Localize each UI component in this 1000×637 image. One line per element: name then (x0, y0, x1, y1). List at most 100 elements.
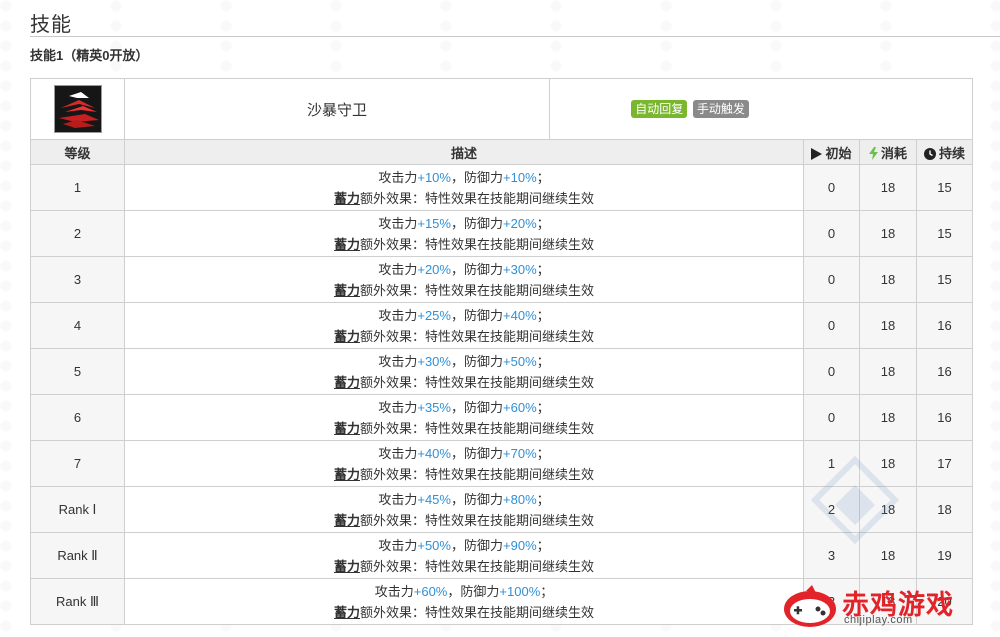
charge-keyword-link[interactable]: 蓄力 (334, 605, 360, 620)
atk-label: 攻击力 (378, 399, 418, 415)
atk-value: +40% (417, 445, 451, 461)
atk-label: 攻击力 (378, 307, 418, 323)
description-line-2: 蓄力额外效果：特性效果在技能期间继续生效 (125, 602, 803, 623)
description-line-1: 攻击力+35%，防御力+60%； (125, 397, 803, 418)
def-label: 防御力 (464, 353, 504, 369)
def-value: +100% (499, 583, 541, 599)
atk-value: +35% (417, 399, 451, 415)
atk-label: 攻击力 (378, 445, 418, 461)
charge-effect-text: 额外效果：特性效果在技能期间继续生效 (360, 420, 595, 436)
charge-keyword-link[interactable]: 蓄力 (334, 283, 360, 298)
atk-value: +30% (417, 353, 451, 369)
duration-cell: 15 (915, 164, 974, 211)
charge-keyword-link[interactable]: 蓄力 (334, 513, 360, 528)
def-label: 防御力 (464, 169, 504, 185)
cost-cell: 18 (859, 578, 917, 625)
atk-label: 攻击力 (378, 169, 418, 185)
duration-cell: 19 (915, 532, 974, 579)
lightning-icon (868, 146, 878, 160)
charge-keyword-link[interactable]: 蓄力 (334, 467, 360, 482)
cost-cell: 18 (859, 210, 917, 257)
semicolon: ； (536, 445, 550, 461)
description-line-1: 攻击力+10%，防御力+10%； (125, 167, 803, 188)
semicolon: ； (540, 583, 554, 599)
level-cell: 3 (30, 256, 125, 303)
title-divider (30, 36, 1000, 37)
initial-cell: 0 (803, 210, 860, 257)
comma: ， (450, 261, 464, 277)
table-row: 6 攻击力+35%，防御力+60%； 蓄力额外效果：特性效果在技能期间继续生效 0 18… (30, 394, 974, 441)
initial-cell: 1 (803, 440, 860, 487)
semicolon: ； (536, 537, 550, 553)
charge-keyword-link[interactable]: 蓄力 (334, 237, 360, 252)
description-line-2: 蓄力额外效果：特性效果在技能期间继续生效 (125, 234, 803, 255)
skill-table: 沙暴守卫 自动回复 手动触发 等级 描述 初始 消耗 持续 1 攻击力+10%，防… (30, 78, 974, 625)
charge-keyword-link[interactable]: 蓄力 (334, 421, 360, 436)
def-label: 防御力 (464, 399, 504, 415)
comma: ， (450, 307, 464, 323)
description-line-1: 攻击力+25%，防御力+40%； (125, 305, 803, 326)
atk-value: +15% (417, 215, 451, 231)
initial-cell: 0 (803, 348, 860, 395)
description-line-2: 蓄力额外效果：特性效果在技能期间继续生效 (125, 372, 803, 393)
charge-effect-text: 额外效果：特性效果在技能期间继续生效 (360, 328, 595, 344)
level-cell: 5 (30, 348, 125, 395)
header-duration: 持续 (915, 139, 974, 165)
semicolon: ； (536, 491, 550, 507)
semicolon: ； (536, 307, 550, 323)
description-cell: 攻击力+60%，防御力+100%； 蓄力额外效果：特性效果在技能期间继续生效 (124, 578, 804, 625)
duration-cell: 16 (915, 348, 974, 395)
duration-cell: 15 (915, 210, 974, 257)
charge-effect-text: 额外效果：特性效果在技能期间继续生效 (360, 236, 595, 252)
description-line-1: 攻击力+60%，防御力+100%； (125, 581, 803, 602)
clock-icon (924, 147, 936, 160)
initial-cell: 3 (803, 532, 860, 579)
initial-cell: 3 (803, 578, 860, 625)
description-line-2: 蓄力额外效果：特性效果在技能期间继续生效 (125, 556, 803, 577)
charge-effect-text: 额外效果：特性效果在技能期间继续生效 (360, 604, 595, 620)
header-cost-label: 消耗 (880, 145, 907, 161)
atk-value: +50% (417, 537, 451, 553)
description-line-2: 蓄力额外效果：特性效果在技能期间继续生效 (125, 326, 803, 347)
cost-cell: 18 (859, 532, 917, 579)
description-line-1: 攻击力+50%，防御力+90%； (125, 535, 803, 556)
def-value: +10% (503, 169, 537, 185)
charge-effect-text: 额外效果：特性效果在技能期间继续生效 (360, 282, 595, 298)
description-cell: 攻击力+45%，防御力+80%； 蓄力额外效果：特性效果在技能期间继续生效 (124, 486, 804, 533)
skill-subtitle: 技能1（精英0开放） (30, 48, 149, 63)
atk-label: 攻击力 (378, 537, 418, 553)
atk-label: 攻击力 (378, 491, 418, 507)
semicolon: ； (536, 399, 550, 415)
table-row: 5 攻击力+30%，防御力+50%； 蓄力额外效果：特性效果在技能期间继续生效 0 18… (30, 348, 974, 395)
atk-value: +10% (417, 169, 451, 185)
charge-keyword-link[interactable]: 蓄力 (334, 375, 360, 390)
cost-cell: 18 (859, 302, 917, 349)
comma: ， (450, 445, 464, 461)
comma: ， (450, 399, 464, 415)
initial-cell: 0 (803, 302, 860, 349)
comma: ， (450, 169, 464, 185)
charge-keyword-link[interactable]: 蓄力 (334, 329, 360, 344)
level-cell: 7 (30, 440, 125, 487)
description-line-2: 蓄力额外效果：特性效果在技能期间继续生效 (125, 510, 803, 531)
header-cost: 消耗 (859, 139, 917, 165)
description-line-2: 蓄力额外效果：特性效果在技能期间继续生效 (125, 280, 803, 301)
skill-header-row: 沙暴守卫 自动回复 手动触发 (30, 78, 974, 140)
charge-effect-text: 额外效果：特性效果在技能期间继续生效 (360, 190, 595, 206)
def-label: 防御力 (464, 537, 504, 553)
duration-cell: 18 (915, 486, 974, 533)
level-cell: Rank Ⅱ (30, 532, 125, 579)
tag-manual-trigger: 手动触发 (692, 100, 749, 118)
description-line-1: 攻击力+20%，防御力+30%； (125, 259, 803, 280)
description-line-2: 蓄力额外效果：特性效果在技能期间继续生效 (125, 188, 803, 209)
charge-keyword-link[interactable]: 蓄力 (334, 191, 360, 206)
atk-value: +25% (417, 307, 451, 323)
table-row: Rank Ⅰ 攻击力+45%，防御力+80%； 蓄力额外效果：特性效果在技能期间继续… (30, 486, 974, 533)
def-value: +70% (503, 445, 537, 461)
cost-cell: 18 (859, 486, 917, 533)
charge-keyword-link[interactable]: 蓄力 (334, 559, 360, 574)
description-line-1: 攻击力+15%，防御力+20%； (125, 213, 803, 234)
description-cell: 攻击力+35%，防御力+60%； 蓄力额外效果：特性效果在技能期间继续生效 (124, 394, 804, 441)
cost-cell: 18 (859, 164, 917, 211)
semicolon: ； (536, 169, 550, 185)
